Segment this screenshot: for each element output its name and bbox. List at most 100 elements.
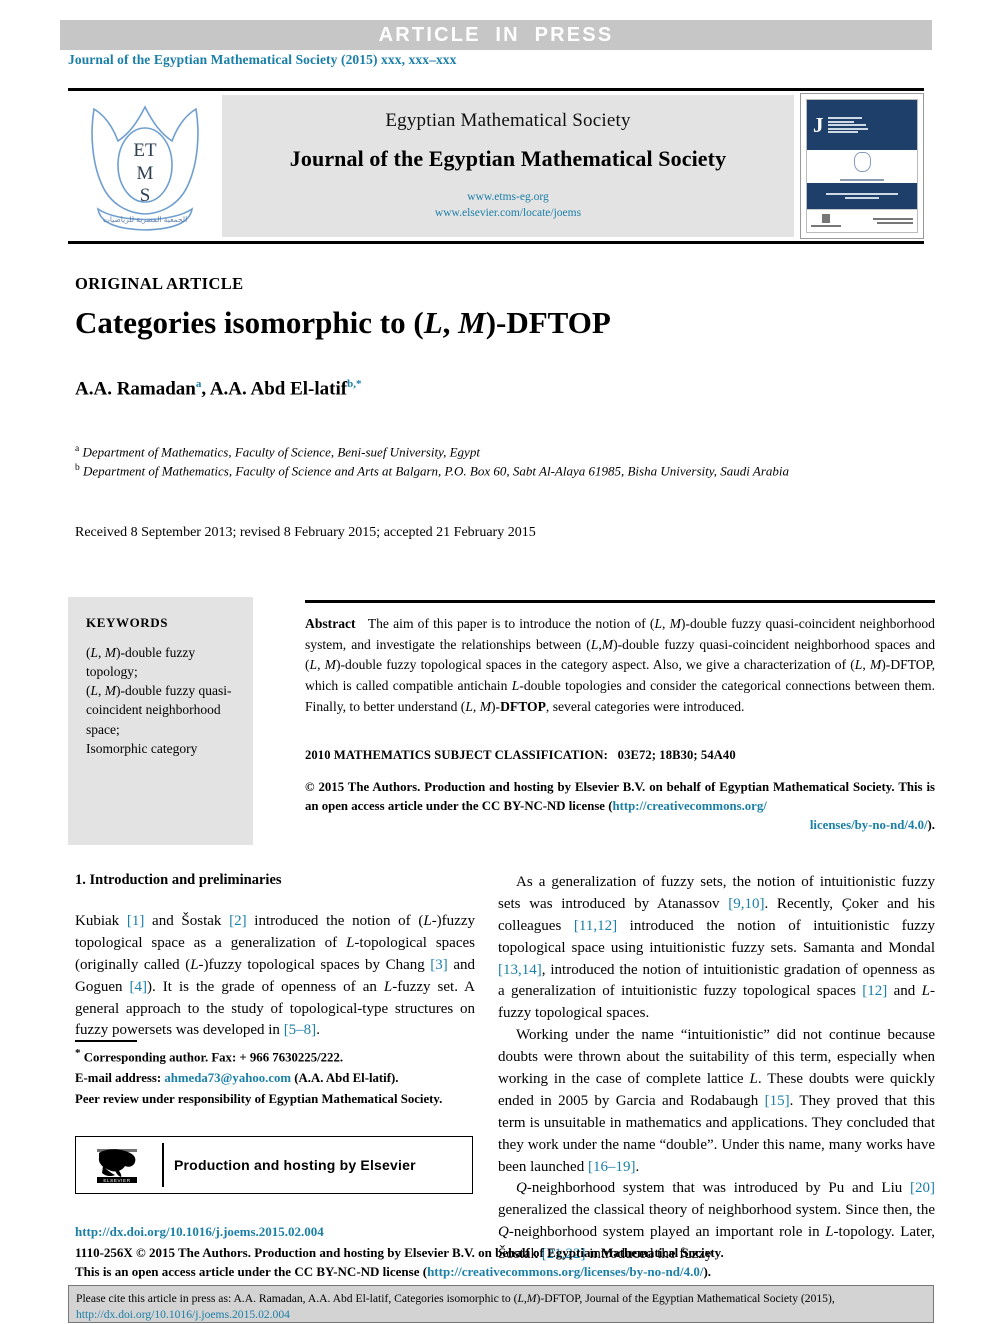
issn-line-2b: ). xyxy=(703,1263,712,1279)
ref-13-14[interactable]: [13,14] xyxy=(498,962,542,978)
keyword-item: (L, M)-double fuzzy quasi-coincident nei… xyxy=(86,683,232,737)
author-1: A.A. Ramadan xyxy=(75,378,196,400)
ref-12[interactable]: [12] xyxy=(862,983,887,999)
cover-footer xyxy=(807,208,917,232)
issn-copyright-block: 1110-256X © 2015 The Authors. Production… xyxy=(75,1244,945,1282)
ref-11-12[interactable]: [11,12] xyxy=(574,918,617,934)
ref-15[interactable]: [15] xyxy=(765,1093,790,1109)
email-label: E-mail address: xyxy=(75,1070,162,1085)
production-hosting-box: ELSEVIER Production and hosting by Elsev… xyxy=(75,1136,473,1194)
author-separator: , xyxy=(201,378,210,400)
cover-subtitle-lines xyxy=(840,179,884,182)
title-suffix: )-DFTOP xyxy=(485,305,611,340)
affiliation-a-marker: a xyxy=(75,444,80,454)
footnote-corresponding-text: Corresponding author. Fax: + 966 7630225… xyxy=(83,1050,344,1065)
author-list: A.A. Ramadana, A.A. Abd El-latifb,* xyxy=(75,378,835,400)
cc-license-link-part-2[interactable]: licenses/by-no-nd/4.0/ xyxy=(810,818,928,832)
body-column-left: 1. Introduction and preliminaries Kubiak… xyxy=(75,872,475,1042)
issn-line-1: 1110-256X © 2015 The Authors. Production… xyxy=(75,1245,724,1260)
copyright-line-1: © 2015 The Authors. Production and hosti… xyxy=(305,780,850,794)
affiliation-a: a Department of Mathematics, Faculty of … xyxy=(75,443,935,462)
footnote-star-marker: * xyxy=(75,1047,81,1059)
masthead: ET M S الجمعية المصرية للرياضيات Egyptia… xyxy=(68,93,924,239)
ref-20[interactable]: [20] xyxy=(910,1180,935,1196)
ref-3[interactable]: [3] xyxy=(430,957,448,973)
msc-classification: 2010 MATHEMATICS SUBJECT CLASSIFICATION:… xyxy=(305,748,935,763)
svg-text:S: S xyxy=(140,185,151,206)
cc-license-link-part-1[interactable]: http://creativecommons.org/ xyxy=(612,799,766,813)
title-L: L xyxy=(423,305,443,340)
issn-cc-license-link[interactable]: http://creativecommons.org/licenses/by-n… xyxy=(427,1264,703,1279)
citation-text: Please cite this article in press as: A.… xyxy=(76,1291,926,1324)
svg-text:M: M xyxy=(137,163,154,184)
page-title: Categories isomorphic to (L, M)-DFTOP xyxy=(75,305,775,341)
cover-initial: J xyxy=(813,112,824,137)
doi-link[interactable]: http://dx.doi.org/10.1016/j.joems.2015.0… xyxy=(75,1224,324,1240)
masthead-center: Egyptian Mathematical Society Journal of… xyxy=(222,95,794,237)
title-prefix: Categories isomorphic to ( xyxy=(75,305,424,340)
svg-text:الجمعية المصرية للرياضيات: الجمعية المصرية للرياضيات xyxy=(103,215,187,224)
abstract: Abstract The aim of this paper is to int… xyxy=(305,616,936,714)
keywords-panel: KEYWORDS (L, M)-double fuzzy topology; (… xyxy=(68,597,253,845)
author-2-affiliation-marker[interactable]: b, xyxy=(347,378,356,390)
ref-5-8[interactable]: [5–8] xyxy=(284,1022,317,1038)
article-in-press-label: ARTICLE IN PRESS xyxy=(378,23,614,46)
keyword-item: (L, M)-double fuzzy topology; xyxy=(86,645,196,680)
svg-text:ET: ET xyxy=(133,140,157,161)
elsevier-url[interactable]: www.elsevier.com/locate/joems xyxy=(435,206,581,222)
society-url[interactable]: www.etms-eg.org xyxy=(435,190,581,206)
svg-text:ELSEVIER: ELSEVIER xyxy=(103,1178,130,1183)
cover-title-lines xyxy=(827,117,868,134)
society-name: Egyptian Mathematical Society xyxy=(385,110,631,132)
footnote-block: * Corresponding author. Fax: + 966 76302… xyxy=(75,1045,475,1109)
ref-9-10[interactable]: [9,10] xyxy=(728,896,764,912)
running-head: Journal of the Egyptian Mathematical Soc… xyxy=(68,52,457,67)
ref-16-19[interactable]: [16–19] xyxy=(588,1159,636,1175)
msc-codes: 03E72; 18B30; 54A40 xyxy=(617,748,736,762)
footnote-rule xyxy=(75,1040,137,1042)
email-author: (A.A. Abd El-latif). xyxy=(294,1070,399,1085)
masthead-urls: www.etms-eg.org www.elsevier.com/locate/… xyxy=(435,190,581,221)
body-column-right: As a generalization of fuzzy sets, the n… xyxy=(498,872,935,1266)
elsevier-tree-logo-icon: ELSEVIER xyxy=(76,1146,152,1184)
paragraph-left-1: Kubiak [1] and Šostak [2] introduced the… xyxy=(75,913,475,1039)
elsevier-divider xyxy=(162,1143,164,1187)
ref-1[interactable]: [1] xyxy=(127,913,145,929)
paragraph-right-1: As a generalization of fuzzy sets, the n… xyxy=(498,874,935,1022)
corresponding-author-marker[interactable]: * xyxy=(356,378,362,390)
keywords-title: KEYWORDS xyxy=(86,615,169,630)
ref-4[interactable]: [4] xyxy=(130,979,148,995)
affiliation-b-marker: b xyxy=(75,462,80,473)
production-hosting-text: Production and hosting by Elsevier xyxy=(174,1157,416,1173)
section-heading-introduction: 1. Introduction and preliminaries xyxy=(75,872,282,888)
footnote-corresponding: * Corresponding author. Fax: + 966 76302… xyxy=(75,1045,475,1068)
footnote-peer-review: Peer review under responsibility of Egyp… xyxy=(75,1091,443,1106)
cover-emblem-icon xyxy=(853,152,871,173)
keywords-list: (L, M)-double fuzzy topology; (L, M)-dou… xyxy=(86,643,237,758)
footnote-email-line: E-mail address: ahmeda73@yahoo.com (A.A.… xyxy=(75,1068,475,1089)
email-link[interactable]: ahmeda73@yahoo.com xyxy=(164,1071,291,1085)
author-2: A.A. Abd El-latif xyxy=(209,378,348,400)
msc-label: 2010 MATHEMATICS SUBJECT CLASSIFICATION: xyxy=(305,748,608,762)
citation-text-a: Please cite this article in press as: A.… xyxy=(76,1292,518,1305)
issn-line-2: This is an open access article under the… xyxy=(75,1263,945,1282)
citation-doi-link[interactable]: http://dx.doi.org/10.1016/j.joems.2015.0… xyxy=(76,1307,926,1323)
keyword-item: Isomorphic category xyxy=(86,740,198,756)
title-comma: , xyxy=(442,305,459,340)
abstract-label: Abstract xyxy=(305,616,356,631)
issn-line-2a: This is an open access article under the… xyxy=(75,1263,428,1279)
journal-cover-thumbnail: J xyxy=(800,93,924,239)
citation-box: Please cite this article in press as: A.… xyxy=(68,1285,934,1323)
ref-2[interactable]: [2] xyxy=(229,913,247,929)
copyright-line-2b: ). xyxy=(927,818,935,833)
masthead-rule-top xyxy=(68,88,924,91)
affiliations: a Department of Mathematics, Faculty of … xyxy=(75,443,935,481)
article-kind-label: ORIGINAL ARTICLE xyxy=(75,274,244,293)
affiliation-b-text: Department of Mathematics, Faculty of Sc… xyxy=(83,463,790,479)
affiliation-a-text: Department of Mathematics, Faculty of Sc… xyxy=(82,444,480,460)
paragraph-right-2: Working under the name “intuitionistic” … xyxy=(498,1027,935,1175)
title-M: M xyxy=(458,305,486,340)
masthead-rule-bottom xyxy=(68,241,924,244)
citation-text-b: )-DFTOP, Journal of the Egyptian Mathema… xyxy=(536,1292,835,1305)
article-in-press-bar: ARTICLE IN PRESS xyxy=(60,20,932,50)
